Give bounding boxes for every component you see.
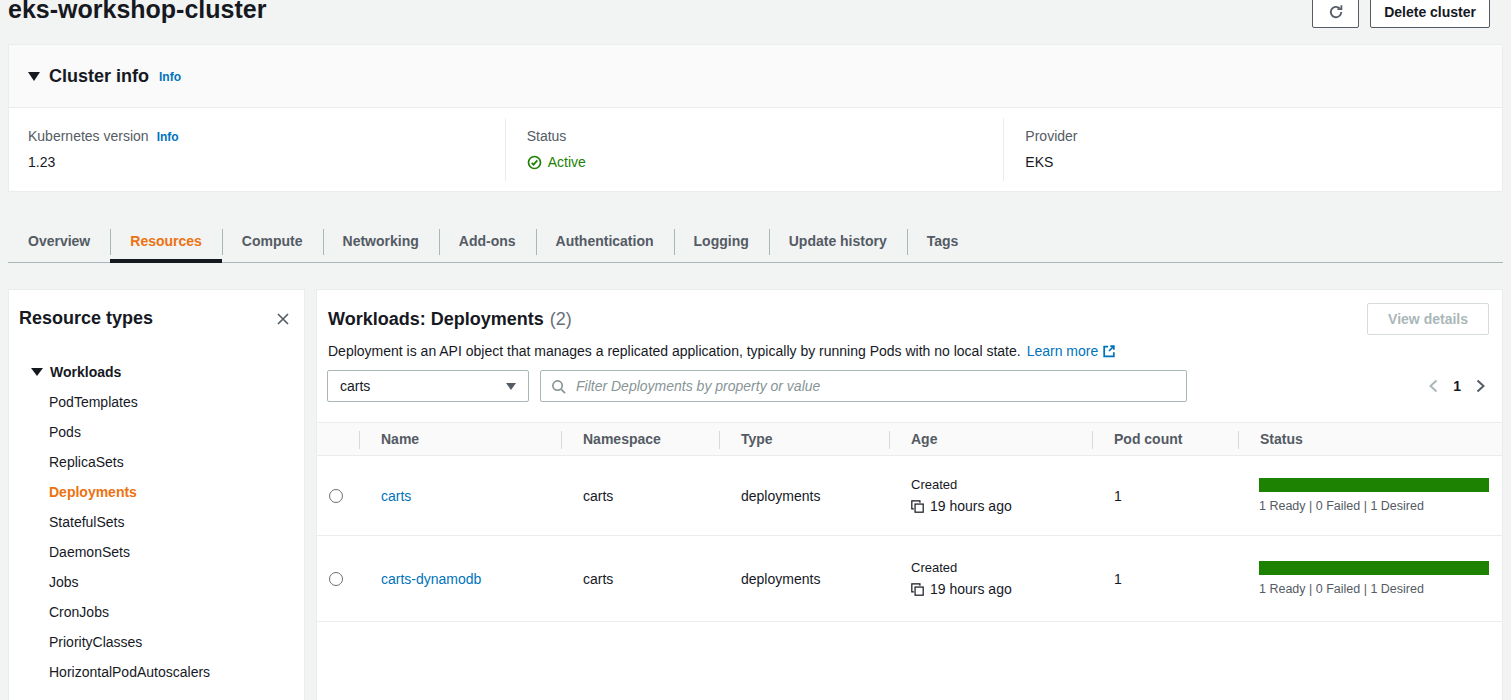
delete-cluster-button[interactable]: Delete cluster — [1370, 0, 1490, 28]
deployment-name-link[interactable]: carts — [381, 488, 411, 504]
chevron-down-icon — [506, 383, 516, 390]
namespace-cell: carts — [561, 536, 719, 621]
provider-field: Provider EKS — [1003, 118, 1502, 181]
column-pod-count: Pod count — [1092, 423, 1238, 455]
close-icon[interactable] — [276, 312, 290, 326]
collapse-triangle-icon[interactable] — [28, 72, 40, 81]
type-cell: deployments — [719, 456, 889, 535]
copy-icon — [911, 583, 924, 596]
sidebar-list: Workloads PodTemplates Pods ReplicaSets … — [19, 357, 304, 687]
search-box — [540, 370, 1187, 402]
cluster-info-panel: Cluster info Info Kubernetes versionInfo… — [8, 44, 1503, 192]
deployments-title: Workloads: Deployments — [328, 309, 544, 329]
provider-label: Provider — [1025, 128, 1482, 144]
sidebar-item-daemonsets[interactable]: DaemonSets — [19, 537, 304, 567]
age-cell: Created 19 hours ago — [889, 456, 1092, 535]
pod-count-cell: 1 — [1092, 456, 1238, 535]
tab-networking[interactable]: Networking — [323, 223, 439, 262]
previous-page-button[interactable] — [1427, 378, 1440, 394]
tab-bar: Overview Resources Compute Networking Ad… — [8, 223, 1503, 263]
sidebar-item-priorityclasses[interactable]: PriorityClasses — [19, 627, 304, 657]
sidebar-group-workloads[interactable]: Workloads — [19, 357, 304, 387]
cluster-info-title: Cluster info — [49, 66, 149, 87]
tab-add-ons[interactable]: Add-ons — [439, 223, 536, 262]
sidebar-title: Resource types — [19, 308, 153, 329]
cluster-info-header[interactable]: Cluster info Info — [9, 45, 1502, 108]
tab-compute[interactable]: Compute — [222, 223, 323, 262]
status-text: 1 Ready | 0 Failed | 1 Desired — [1259, 582, 1489, 596]
learn-more-link[interactable]: Learn more — [1027, 343, 1099, 359]
tab-update-history[interactable]: Update history — [769, 223, 907, 262]
provider-value: EKS — [1025, 154, 1482, 170]
current-page[interactable]: 1 — [1453, 378, 1461, 394]
tab-overview[interactable]: Overview — [8, 223, 110, 262]
status-text: 1 Ready | 0 Failed | 1 Desired — [1259, 499, 1489, 513]
tab-tags[interactable]: Tags — [907, 223, 979, 262]
deployments-count: (2) — [550, 309, 572, 329]
next-page-button[interactable] — [1474, 378, 1487, 394]
column-type: Type — [719, 423, 889, 455]
view-details-button[interactable]: View details — [1367, 303, 1489, 335]
filter-dropdown[interactable]: carts — [327, 370, 529, 402]
cluster-info-info-link[interactable]: Info — [159, 70, 181, 84]
pod-count-cell: 1 — [1092, 536, 1238, 621]
status-cell: 1 Ready | 0 Failed | 1 Desired — [1238, 536, 1502, 621]
sidebar-item-horizontalpodautoscalers[interactable]: HorizontalPodAutoscalers — [19, 657, 304, 687]
namespace-cell: carts — [561, 456, 719, 535]
refresh-button[interactable] — [1312, 0, 1359, 28]
kubernetes-version-value: 1.23 — [28, 154, 485, 170]
column-namespace: Namespace — [561, 423, 719, 455]
pagination: 1 — [1427, 378, 1487, 394]
group-collapse-triangle-icon — [31, 368, 43, 376]
row-radio-button[interactable] — [329, 489, 343, 503]
header-actions: Delete cluster — [1312, 0, 1490, 28]
table-row: carts-dynamodb carts deployments Created… — [317, 536, 1502, 622]
status-label: Status — [527, 128, 984, 144]
sidebar-item-pods[interactable]: Pods — [19, 417, 304, 447]
sidebar-item-cronjobs[interactable]: CronJobs — [19, 597, 304, 627]
column-age: Age — [889, 423, 1092, 455]
refresh-icon — [1328, 4, 1344, 20]
column-status: Status — [1238, 423, 1502, 455]
table-header-row: Name Namespace Type Age Pod count Status — [317, 422, 1502, 456]
status-cell: 1 Ready | 0 Failed | 1 Desired — [1238, 456, 1502, 535]
external-link-icon — [1102, 344, 1116, 358]
cluster-info-body: Kubernetes versionInfo 1.23 Status Activ… — [9, 108, 1502, 191]
kubernetes-version-field: Kubernetes versionInfo 1.23 — [9, 118, 505, 181]
column-name: Name — [359, 423, 561, 455]
deployments-panel: Workloads: Deployments (2) View details D… — [316, 289, 1503, 700]
kubernetes-version-info-link[interactable]: Info — [157, 130, 179, 144]
search-input[interactable] — [574, 377, 1176, 395]
sidebar-item-statefulsets[interactable]: StatefulSets — [19, 507, 304, 537]
status-bar — [1259, 478, 1489, 492]
type-cell: deployments — [719, 536, 889, 621]
status-value: Active — [527, 154, 984, 170]
check-circle-icon — [527, 155, 542, 170]
deployment-name-link[interactable]: carts-dynamodb — [381, 571, 481, 587]
sidebar-item-replicasets[interactable]: ReplicaSets — [19, 447, 304, 477]
tab-authentication[interactable]: Authentication — [536, 223, 674, 262]
tab-logging[interactable]: Logging — [674, 223, 769, 262]
sidebar-item-podtemplates[interactable]: PodTemplates — [19, 387, 304, 417]
page-title: eks-workshop-cluster — [8, 0, 266, 24]
resource-types-sidebar: Resource types Workloads PodTemplates Po… — [8, 289, 305, 700]
search-icon — [551, 379, 566, 394]
kubernetes-version-label: Kubernetes versionInfo — [28, 128, 485, 144]
tab-resources[interactable]: Resources — [110, 223, 222, 262]
page-header: eks-workshop-cluster Delete cluster — [0, 0, 1511, 44]
deployments-description: Deployment is an API object that manages… — [317, 342, 1502, 359]
copy-icon — [911, 500, 924, 513]
deployments-table: Name Namespace Type Age Pod count Status… — [317, 422, 1502, 622]
select-all-column — [317, 423, 359, 455]
sidebar-item-deployments[interactable]: Deployments — [19, 477, 304, 507]
row-radio-button[interactable] — [329, 572, 343, 586]
status-field: Status Active — [505, 118, 1004, 181]
status-bar — [1259, 561, 1489, 575]
table-row: carts carts deployments Created 19 hours… — [317, 456, 1502, 536]
age-cell: Created 19 hours ago — [889, 536, 1092, 621]
content-area: Resource types Workloads PodTemplates Po… — [8, 289, 1503, 700]
sidebar-item-jobs[interactable]: Jobs — [19, 567, 304, 597]
